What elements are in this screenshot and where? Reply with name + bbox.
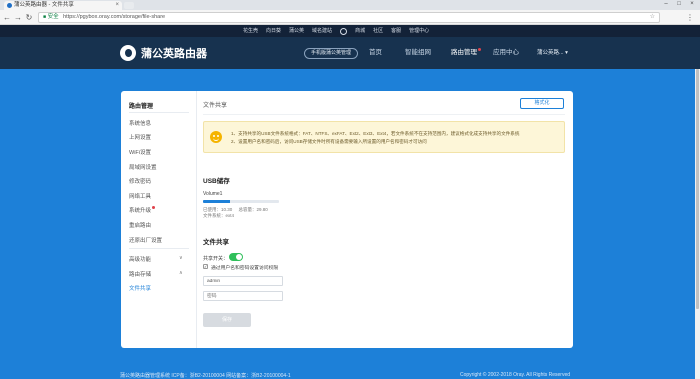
maximize-button[interactable]: □ bbox=[673, 0, 685, 9]
top-link-mall[interactable]: 商城 bbox=[355, 25, 365, 37]
dandelion-logo-icon bbox=[120, 45, 136, 61]
auth-checkbox[interactable]: ✓ bbox=[203, 264, 208, 269]
content-panel: 文件共享 格式化 1、支持共享的USB文件系统格式：FAT、NTFS、exFAT… bbox=[197, 91, 573, 348]
url-text: https://pgybox.oray.com/storage/file-sha… bbox=[63, 14, 166, 20]
footer: 蒲公英路由器管理系统 ICP备：浙B2-20100004 网站备案：浙B2-20… bbox=[0, 372, 700, 379]
url-input[interactable]: ■ 安全 https://pgybox.oray.com/storage/fil… bbox=[38, 12, 660, 23]
upgrade-dot bbox=[152, 206, 156, 209]
top-link-admin[interactable]: 管理中心 bbox=[409, 25, 429, 37]
browser-tab[interactable]: 蒲公英路由器 - 文件共享 × bbox=[4, 1, 122, 10]
favicon-icon bbox=[7, 3, 12, 8]
site-top-bar: 花生壳 向日葵 蒲公英 域名建站 商城 社区 客服 管理中心 bbox=[0, 25, 700, 37]
notice-line-1: 1、支持共享的USB文件系统格式：FAT、NTFS、exFAT、Ext2、Ext… bbox=[231, 131, 520, 136]
divider bbox=[129, 112, 189, 113]
nav-notify-dot bbox=[478, 48, 481, 51]
tab-title: 蒲公英路由器 - 文件共享 bbox=[14, 2, 74, 8]
total-label: 总容量： bbox=[238, 207, 257, 212]
window-close-button[interactable]: × bbox=[686, 0, 698, 9]
lock-icon: ■ bbox=[43, 14, 47, 20]
share-toggle[interactable] bbox=[229, 253, 243, 261]
back-icon[interactable]: ← bbox=[2, 12, 12, 23]
sidebar: 路由管理 系统信息 上网设置 WiFi设置 局域网设置 修改密码 网络工具 系统… bbox=[121, 91, 197, 348]
usage-progress-fill bbox=[203, 200, 230, 203]
nav-router-manage-label: 路由管理 bbox=[451, 49, 477, 56]
nav-home[interactable]: 首页 bbox=[369, 37, 382, 69]
reload-icon[interactable]: ↻ bbox=[24, 12, 34, 23]
address-bar: ← → ↻ ■ 安全 https://pgybox.oray.com/stora… bbox=[0, 10, 700, 25]
tab-close-icon[interactable]: × bbox=[115, 1, 119, 10]
sidebar-item-network-tools[interactable]: 网络工具 bbox=[129, 192, 151, 200]
bookmark-star-icon[interactable]: ☆ bbox=[650, 13, 655, 22]
total-value: 29.80 bbox=[256, 207, 268, 212]
forward-icon[interactable]: → bbox=[13, 12, 23, 23]
new-tab-button[interactable] bbox=[124, 2, 134, 9]
sidebar-item-upgrade-label: 系统升级 bbox=[129, 208, 152, 214]
used-value: 10.30 bbox=[221, 207, 233, 212]
smiley-icon bbox=[210, 131, 222, 143]
fs-label: 文件系统： bbox=[203, 213, 226, 218]
footer-copyright: Copyright © 2002-2018 Oray. All Rights R… bbox=[460, 372, 571, 378]
volume-name: Volume1 bbox=[203, 191, 223, 197]
scrollbar-thumb[interactable] bbox=[696, 69, 699, 309]
sidebar-item-factory-reset[interactable]: 还原出厂设置 bbox=[129, 236, 162, 244]
main-nav: 蒲公英路由器 手机版蒲公英管理 首页 智能组网 路由管理 应用中心 蒲公英路..… bbox=[0, 37, 700, 69]
sidebar-item-wifi[interactable]: WiFi设置 bbox=[129, 148, 151, 156]
sidebar-title: 路由管理 bbox=[129, 104, 154, 110]
username-field[interactable] bbox=[203, 276, 283, 286]
minimize-button[interactable]: – bbox=[660, 0, 672, 9]
nav-router-manage[interactable]: 路由管理 bbox=[451, 37, 481, 69]
share-switch-label: 共享开关： bbox=[203, 256, 229, 262]
sidebar-item-system-info[interactable]: 系统信息 bbox=[129, 119, 151, 127]
nav-networking[interactable]: 智能组网 bbox=[405, 37, 431, 69]
brand-logo[interactable]: 蒲公英路由器 bbox=[120, 45, 207, 61]
footer-icp: 蒲公英路由器管理系统 ICP备：浙B2-20100004 网站备案：浙B2-20… bbox=[120, 373, 291, 379]
top-link-service[interactable]: 客服 bbox=[391, 25, 401, 37]
auth-checkbox-label: 通过用户名和密码设置访问权限 bbox=[211, 266, 279, 271]
sidebar-group-storage[interactable]: 路由存储 bbox=[129, 270, 151, 278]
brand-name: 蒲公英路由器 bbox=[141, 48, 207, 60]
chevron-down-icon[interactable]: ∨ bbox=[179, 255, 183, 261]
sidebar-item-upgrade[interactable]: 系统升级 bbox=[129, 206, 156, 214]
usb-section-title: USB储存 bbox=[203, 178, 230, 185]
main-card: 路由管理 系统信息 上网设置 WiFi设置 局域网设置 修改密码 网络工具 系统… bbox=[121, 91, 573, 348]
notice-line-2: 2、设置用户名和密码后，访问USB存储文件时所有设备需要输入所设置的用户名和密码… bbox=[231, 139, 427, 144]
sidebar-item-internet[interactable]: 上网设置 bbox=[129, 133, 151, 141]
user-menu[interactable]: 蒲公英路... ▾ bbox=[537, 37, 568, 69]
save-button[interactable]: 保存 bbox=[203, 313, 251, 327]
sidebar-item-reboot[interactable]: 重启路由 bbox=[129, 221, 151, 229]
format-button[interactable]: 格式化 bbox=[520, 98, 564, 109]
chevron-up-icon[interactable]: ∧ bbox=[179, 270, 183, 276]
page-title: 文件共享 bbox=[203, 103, 228, 109]
oray-logo-icon bbox=[340, 27, 348, 35]
sidebar-item-lan[interactable]: 局域网设置 bbox=[129, 163, 157, 171]
browser-tab-strip: 蒲公英路由器 - 文件共享 × – □ × bbox=[0, 0, 700, 10]
password-field[interactable] bbox=[203, 291, 283, 301]
scrollbar[interactable] bbox=[695, 69, 700, 379]
notice-box: 1、支持共享的USB文件系统格式：FAT、NTFS、exFAT、Ext2、Ext… bbox=[203, 121, 565, 153]
mobile-manage-button[interactable]: 手机版蒲公英管理 bbox=[304, 48, 359, 59]
fs-value: ext4 bbox=[225, 213, 235, 218]
sidebar-item-file-share[interactable]: 文件共享 bbox=[129, 284, 151, 292]
secure-label: 安全 bbox=[47, 14, 59, 20]
top-link-peanut[interactable]: 花生壳 bbox=[243, 25, 258, 37]
share-section-title: 文件共享 bbox=[203, 239, 229, 246]
browser-menu-icon[interactable]: ⋮ bbox=[686, 12, 694, 23]
top-link-pgy[interactable]: 蒲公英 bbox=[289, 25, 304, 37]
top-link-domain[interactable]: 域名建站 bbox=[312, 25, 332, 37]
sidebar-item-password[interactable]: 修改密码 bbox=[129, 177, 151, 185]
divider bbox=[129, 248, 189, 249]
used-label: 已使用： bbox=[203, 207, 221, 212]
top-link-community[interactable]: 社区 bbox=[373, 25, 383, 37]
divider bbox=[203, 114, 565, 115]
top-link-sunflower[interactable]: 向日葵 bbox=[266, 25, 281, 37]
sidebar-group-advanced[interactable]: 高级功能 bbox=[129, 255, 151, 263]
usage-progress-bar bbox=[203, 200, 279, 203]
nav-app-center[interactable]: 应用中心 bbox=[493, 37, 519, 69]
volume-fs: 文件系统：ext4 bbox=[203, 213, 234, 219]
